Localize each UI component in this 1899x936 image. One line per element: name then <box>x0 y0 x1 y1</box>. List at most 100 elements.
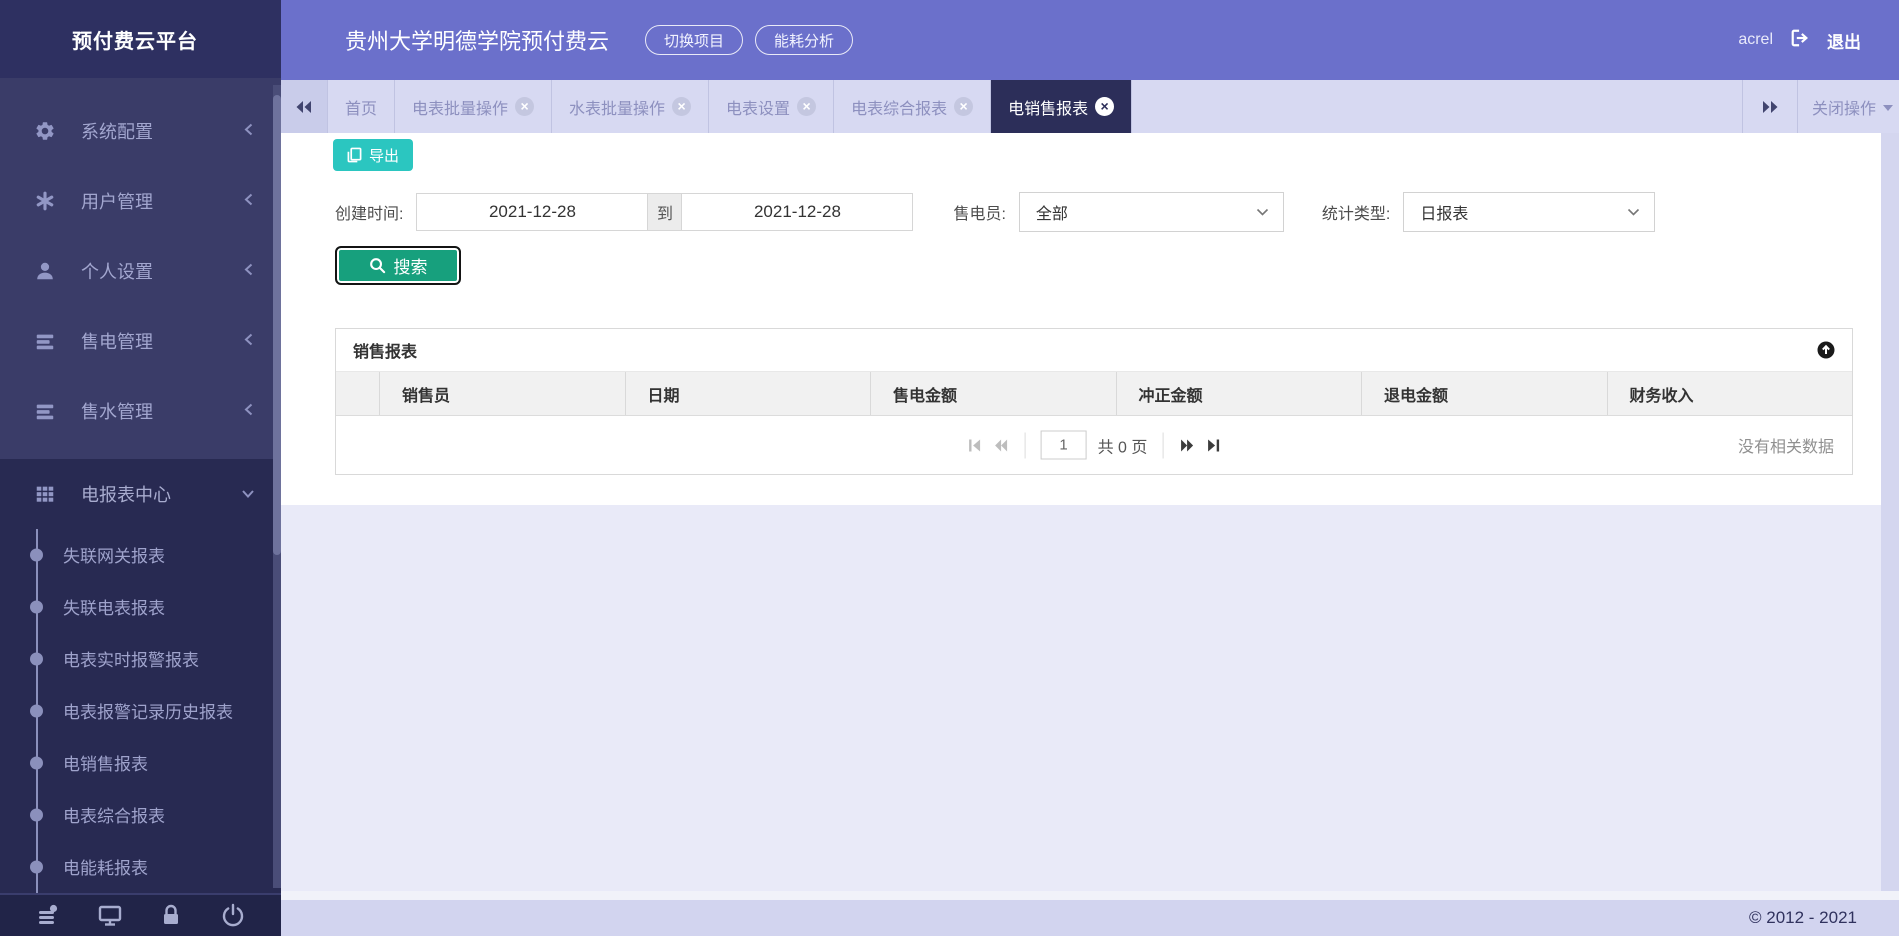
tab-home[interactable]: 首页 <box>327 80 395 133</box>
page-body: 导出 创建时间: 到 售电员: 全部 统计类型: <box>281 133 1881 505</box>
next-page-button[interactable] <box>1178 437 1195 453</box>
tab-close-icon[interactable]: × <box>515 97 534 116</box>
energy-analysis-button[interactable]: 能耗分析 <box>755 25 853 55</box>
sales-report-panel: 销售报表 销售员 日期 售电金额 冲正金额 退电金额 财务收入 <box>335 328 1853 475</box>
page-number-input[interactable] <box>1041 431 1087 460</box>
sidebar-scrollbar-thumb[interactable] <box>273 95 281 555</box>
sidebar-item-electric-sales-management[interactable]: 售电管理 <box>0 306 281 376</box>
table-header-sale-amount: 售电金额 <box>871 372 1117 415</box>
tab-label: 电表设置 <box>726 95 790 119</box>
tabs-scroll-right-button[interactable] <box>1743 80 1797 133</box>
first-page-button[interactable] <box>967 437 984 453</box>
double-chevron-left-icon <box>294 99 314 115</box>
table-header-financial-income: 财务收入 <box>1608 372 1853 415</box>
panel-header: 销售报表 <box>336 329 1852 372</box>
divider <box>1162 432 1163 458</box>
last-page-icon <box>1204 437 1221 453</box>
switch-project-button[interactable]: 切换项目 <box>645 25 743 55</box>
bullet-icon <box>30 808 43 821</box>
submenu-item-alarm-history-report[interactable]: 电表报警记录历史报表 <box>0 685 281 737</box>
lock-icon[interactable] <box>158 902 184 928</box>
search-button[interactable]: 搜索 <box>335 246 461 285</box>
menu-list-icon[interactable] <box>35 902 61 928</box>
seller-select[interactable]: 全部 <box>1019 192 1284 232</box>
sidebar-item-water-sales-management[interactable]: 售水管理 <box>0 376 281 446</box>
tab-close-icon[interactable]: × <box>797 97 816 116</box>
tabs-scroll-left-button[interactable] <box>281 80 327 133</box>
prev-page-icon <box>993 437 1010 453</box>
bullet-icon <box>30 600 43 613</box>
sidebar-item-label: 电报表中心 <box>81 481 171 507</box>
close-operations-label: 关闭操作 <box>1812 95 1876 119</box>
table-header-salesperson: 销售员 <box>380 372 626 415</box>
stat-type-select[interactable]: 日报表 <box>1403 192 1655 232</box>
submenu-item-electric-sales-report[interactable]: 电销售报表 <box>0 737 281 789</box>
horizontal-scrollbar[interactable] <box>281 891 1899 900</box>
asterisk-icon <box>33 189 57 213</box>
date-range-group: 到 <box>416 193 913 231</box>
sidebar-item-system-config[interactable]: 系统配置 <box>0 96 281 166</box>
table-header-row: 销售员 日期 售电金额 冲正金额 退电金额 财务收入 <box>336 372 1852 416</box>
sign-out-icon[interactable] <box>1789 28 1811 53</box>
date-to-input[interactable] <box>681 193 913 231</box>
arrow-up-circle-icon <box>1817 341 1835 359</box>
bullet-icon <box>30 756 43 769</box>
list-icon <box>33 329 57 353</box>
list-icon <box>33 399 57 423</box>
table-header-refund-amount: 退电金额 <box>1362 372 1608 415</box>
tab-close-icon[interactable]: × <box>672 97 691 116</box>
tab-meter-batch-ops[interactable]: 电表批量操作 × <box>395 80 552 133</box>
sidebar: 预付费云平台 系统配置 <box>0 0 281 936</box>
tab-close-icon[interactable]: × <box>954 97 973 116</box>
first-page-icon <box>967 437 984 453</box>
sidebar-item-label: 个人设置 <box>81 258 153 284</box>
sidebar-scrollbar[interactable] <box>273 85 281 888</box>
double-chevron-right-icon <box>1760 99 1780 115</box>
tab-water-meter-batch-ops[interactable]: 水表批量操作 × <box>552 80 709 133</box>
close-operations-dropdown[interactable]: 关闭操作 <box>1798 80 1899 133</box>
submenu-item-label: 失联网关报表 <box>63 542 165 567</box>
sidebar-group-report-center: 电报表中心 失联网关报表 失联电表报表 电表实时报警报表 电表报警记录历史报表 … <box>0 459 281 893</box>
tab-electric-sales-report[interactable]: 电销售报表 × <box>991 80 1132 133</box>
filter-row: 创建时间: 到 售电员: 全部 统计类型: 日报表 <box>335 192 1655 232</box>
created-time-label: 创建时间: <box>335 200 403 224</box>
submenu-item-meter-comprehensive-report[interactable]: 电表综合报表 <box>0 789 281 841</box>
tab-meter-settings[interactable]: 电表设置 × <box>709 80 834 133</box>
no-data-label: 没有相关数据 <box>1738 433 1834 457</box>
tab-close-icon[interactable]: × <box>1095 97 1114 116</box>
submenu-item-realtime-alarm-report[interactable]: 电表实时报警报表 <box>0 633 281 685</box>
user-icon <box>33 259 57 283</box>
submenu-item-energy-consumption-report[interactable]: 电能耗报表 <box>0 841 281 893</box>
user-area: acrel 退出 <box>1738 28 1861 53</box>
last-page-button[interactable] <box>1204 437 1221 453</box>
panel-collapse-button[interactable] <box>1817 341 1835 359</box>
power-icon[interactable] <box>220 902 246 928</box>
table-header-date: 日期 <box>626 372 872 415</box>
tab-label: 电销售报表 <box>1008 95 1088 119</box>
export-button[interactable]: 导出 <box>333 139 413 171</box>
bullet-icon <box>30 548 43 561</box>
prev-page-button[interactable] <box>993 437 1010 453</box>
copyright-text: © 2012 - 2021 <box>1749 908 1857 928</box>
app-root: 预付费云平台 系统配置 <box>0 0 1899 936</box>
main-scrollbar[interactable] <box>1881 133 1899 891</box>
sidebar-item-user-management[interactable]: 用户管理 <box>0 166 281 236</box>
stat-type-label: 统计类型: <box>1322 200 1390 224</box>
tab-label: 电表综合报表 <box>851 95 947 119</box>
tab-label: 电表批量操作 <box>412 95 508 119</box>
table-header-empty <box>336 372 380 415</box>
logout-button[interactable]: 退出 <box>1827 28 1861 53</box>
sidebar-item-electric-report-center[interactable]: 电报表中心 <box>0 459 281 529</box>
tab-meter-comprehensive-report[interactable]: 电表综合报表 × <box>834 80 991 133</box>
sidebar-bottom-bar <box>0 893 281 936</box>
submenu-item-lost-meter-report[interactable]: 失联电表报表 <box>0 581 281 633</box>
project-title: 贵州大学明德学院预付费云 <box>345 24 609 56</box>
sidebar-item-personal-settings[interactable]: 个人设置 <box>0 236 281 306</box>
chevron-left-icon <box>243 121 255 142</box>
submenu-item-lost-gateway-report[interactable]: 失联网关报表 <box>0 529 281 581</box>
table-header-correction-amount: 冲正金额 <box>1117 372 1363 415</box>
sidebar-menu: 系统配置 用户管理 <box>0 78 281 458</box>
gear-icon <box>33 119 57 143</box>
date-from-input[interactable] <box>416 193 648 231</box>
monitor-icon[interactable] <box>97 902 123 928</box>
